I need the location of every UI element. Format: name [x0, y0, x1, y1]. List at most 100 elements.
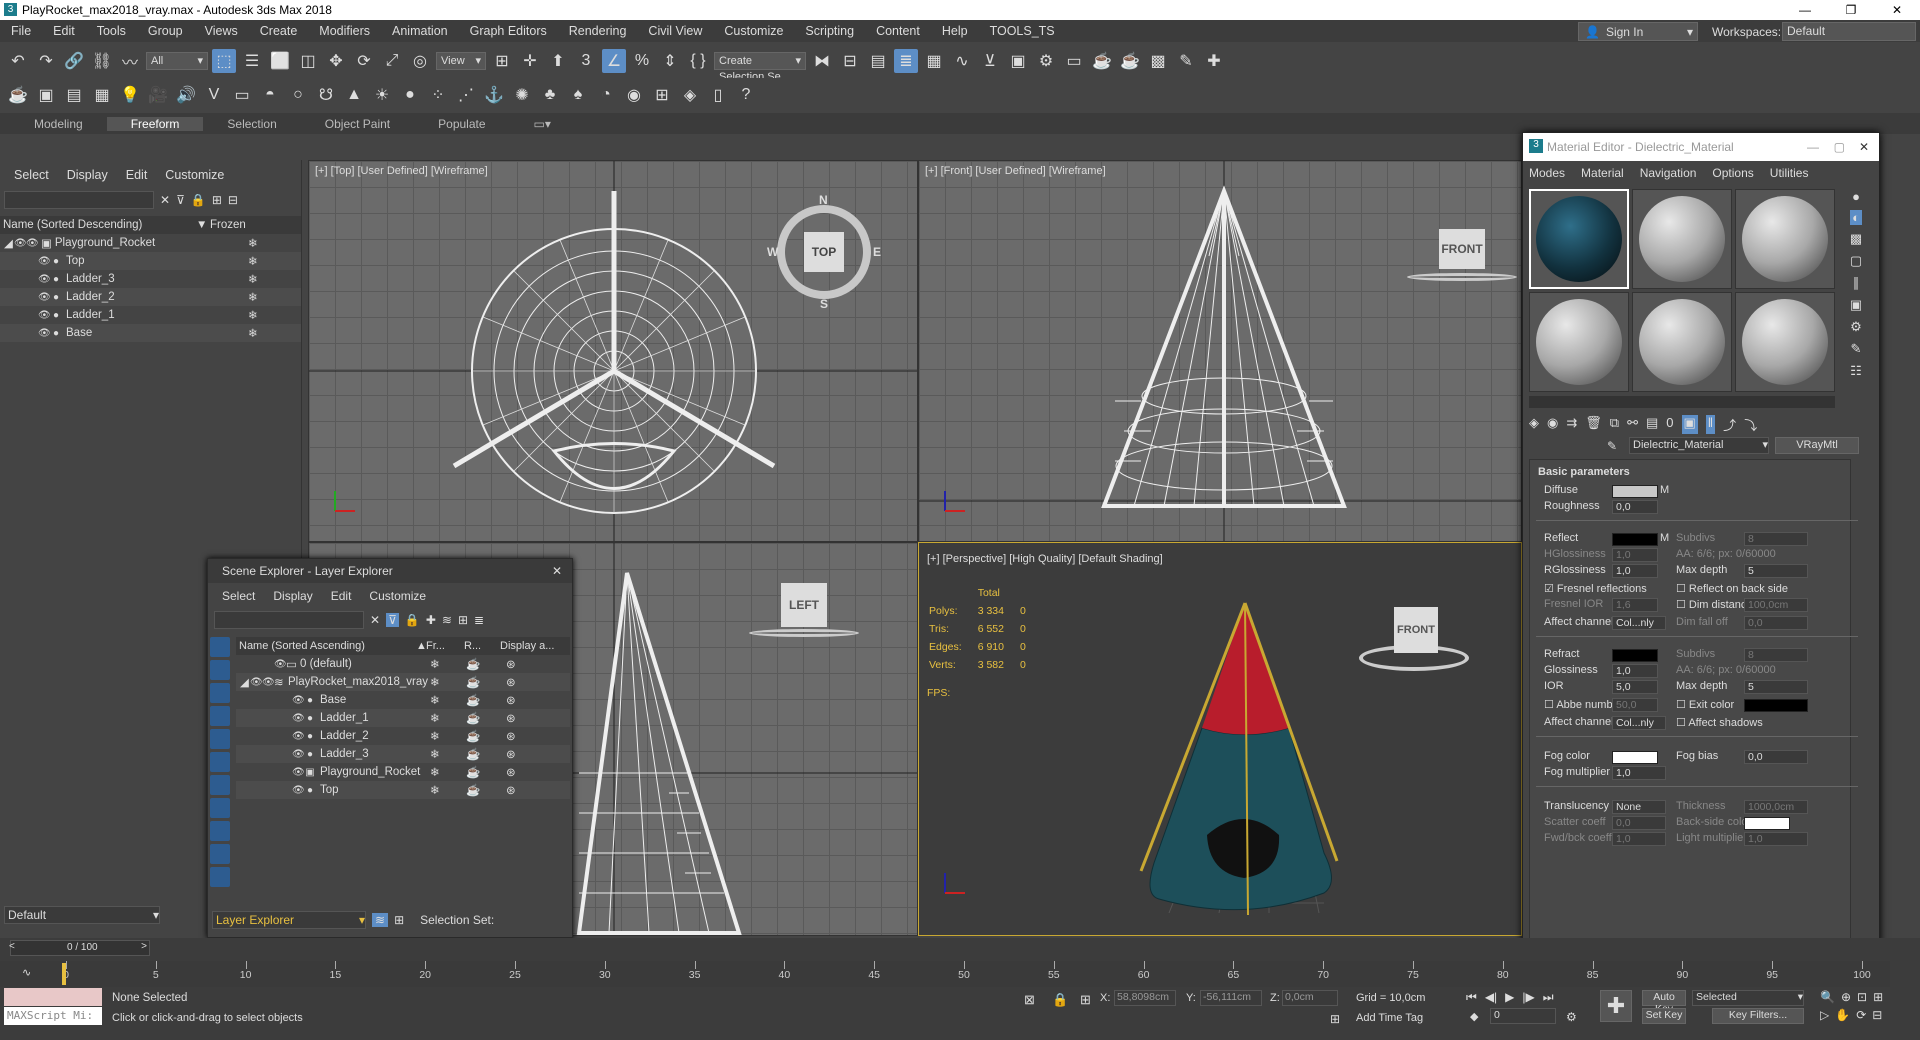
- edit-named-sel-icon[interactable]: { }: [686, 49, 710, 73]
- unlink-icon[interactable]: ⛓: [90, 49, 114, 73]
- sample-slot[interactable]: [1632, 189, 1732, 289]
- display-icon[interactable]: ⊛: [506, 765, 516, 779]
- freeze-icon[interactable]: ❄: [430, 693, 440, 707]
- display-groups-icon[interactable]: [210, 775, 230, 795]
- close-button[interactable]: ✕: [1859, 140, 1869, 154]
- percent-snap-icon[interactable]: %: [630, 49, 654, 73]
- viewcube-face[interactable]: FRONT: [1439, 229, 1485, 269]
- eye-icon[interactable]: 👁: [292, 695, 305, 706]
- col-frozen-header[interactable]: Fr...: [426, 640, 464, 652]
- tab-selection[interactable]: Selection: [203, 117, 300, 131]
- eye-icon[interactable]: 👁: [26, 238, 39, 249]
- rglossiness-spinner[interactable]: 1,0: [1612, 564, 1658, 578]
- hglossiness-spinner[interactable]: 1,0: [1612, 548, 1658, 562]
- freeze-icon[interactable]: ❄: [430, 657, 440, 671]
- add-time-tag[interactable]: Add Time Tag: [1356, 1012, 1423, 1024]
- roughness-spinner[interactable]: 0,0: [1612, 500, 1658, 514]
- scene-menu-select[interactable]: Select: [14, 168, 49, 182]
- display-icon[interactable]: ⊛: [506, 747, 516, 761]
- viewcube-face[interactable]: LEFT: [781, 583, 827, 627]
- material-id-icon[interactable]: 0: [1666, 415, 1673, 434]
- select-object-icon[interactable]: ⬚: [212, 48, 236, 73]
- menu-tools[interactable]: Tools: [86, 24, 137, 38]
- select-by-name-icon[interactable]: ☰: [240, 49, 264, 73]
- rect-selection-icon[interactable]: ⬜: [268, 49, 292, 73]
- tab-object-paint[interactable]: Object Paint: [301, 117, 414, 131]
- exit-color-swatch[interactable]: [1744, 699, 1808, 712]
- filter-icon[interactable]: ⊽: [386, 613, 399, 627]
- collapse-icon[interactable]: ◢: [4, 236, 14, 250]
- display-geometry-icon[interactable]: [210, 637, 230, 657]
- menu-graph-editors[interactable]: Graph Editors: [459, 24, 558, 38]
- go-to-parent-icon[interactable]: ⤴: [1723, 415, 1736, 434]
- uv-tiling-icon[interactable]: ▢: [1850, 253, 1862, 269]
- sign-in-button[interactable]: 👤 Sign In ▾: [1578, 22, 1698, 41]
- display-cameras-icon[interactable]: [210, 706, 230, 726]
- viewcube-face[interactable]: TOP: [804, 232, 844, 272]
- selection-set-icon[interactable]: ⊞: [394, 913, 404, 927]
- angle-snap-icon[interactable]: ∠: [602, 48, 626, 73]
- col-name-header[interactable]: Name (Sorted Descending): [0, 219, 196, 231]
- dim-falloff-spinner[interactable]: 0,0: [1744, 616, 1808, 630]
- layer-item[interactable]: 👁 ● Base ❄ ☕ ⊛: [236, 691, 570, 709]
- undo-icon[interactable]: ↶: [6, 49, 30, 73]
- sample-slot[interactable]: [1735, 292, 1835, 392]
- material-editor-icon[interactable]: ▣: [1006, 49, 1030, 73]
- video-color-check-icon[interactable]: ∥: [1853, 275, 1860, 291]
- max-depth-spinner[interactable]: 5: [1744, 564, 1808, 578]
- eyedropper-icon[interactable]: ✎: [1607, 439, 1617, 453]
- freeze-icon[interactable]: ❄: [430, 747, 440, 761]
- eye-icon[interactable]: 👁: [292, 767, 305, 778]
- place-icon[interactable]: ◎: [408, 49, 432, 73]
- scene-item[interactable]: ◢ 👁 👁 ▣ Playground_Rocket ❄: [0, 234, 301, 252]
- eye-icon[interactable]: 👁: [292, 785, 305, 796]
- layer-menu-display[interactable]: Display: [273, 589, 312, 603]
- y-coordinate-field[interactable]: -56,111cm: [1200, 990, 1262, 1006]
- add-layer-icon[interactable]: ✚: [426, 613, 436, 627]
- glossiness-spinner[interactable]: 1,0: [1612, 664, 1658, 678]
- vray-icon[interactable]: V: [202, 83, 226, 107]
- curve-toggle-icon[interactable]: ∿: [22, 966, 31, 979]
- ambient-light-icon[interactable]: ●: [398, 83, 422, 107]
- hierarchy-icon[interactable]: ⊞: [458, 613, 468, 627]
- freeze-icon[interactable]: ❄: [248, 254, 258, 268]
- fog-bias-spinner[interactable]: 0,0: [1744, 750, 1808, 764]
- layer-item[interactable]: 👁 ▭ 0 (default) ❄ ☕ ⊛: [236, 655, 570, 673]
- fog-multiplier-spinner[interactable]: 1,0: [1612, 766, 1666, 780]
- viewcube[interactable]: FRONT: [1359, 607, 1469, 677]
- copy-material-icon[interactable]: ⧉: [1610, 415, 1619, 434]
- rendered-frame-icon[interactable]: ▭: [1062, 49, 1086, 73]
- viewport-front[interactable]: [+] [Front] [User Defined] [Wireframe] F…: [918, 160, 1522, 542]
- material-lib-icon[interactable]: ⊞: [650, 83, 674, 107]
- eye-icon[interactable]: 👁: [250, 677, 263, 688]
- render-production-icon[interactable]: ☕: [1090, 49, 1114, 73]
- ribbon-options-icon[interactable]: ▭▾: [510, 117, 575, 131]
- curve-editor-icon[interactable]: ∿: [950, 49, 974, 73]
- dim-distance-spinner[interactable]: 100,0cm: [1744, 598, 1808, 612]
- set-key-button[interactable]: Set Key: [1642, 1008, 1686, 1024]
- menu-customize[interactable]: Customize: [713, 24, 794, 38]
- sphere-light-icon[interactable]: ○: [286, 83, 310, 107]
- freeze-icon[interactable]: ❄: [248, 308, 258, 322]
- next-key-icon[interactable]: |▶: [1522, 990, 1534, 1005]
- basic-params-header[interactable]: Basic parameters: [1538, 466, 1630, 478]
- freeze-icon[interactable]: ❄: [430, 675, 440, 689]
- dim-distance-checkbox[interactable]: ☐ Dim distance: [1676, 598, 1753, 611]
- put-to-scene-icon[interactable]: ◉: [1547, 415, 1558, 434]
- sun-icon[interactable]: ☀: [370, 83, 394, 107]
- teapot-icon[interactable]: ☕: [466, 765, 480, 779]
- tab-populate[interactable]: Populate: [414, 117, 509, 131]
- display-containers-icon[interactable]: [210, 844, 230, 864]
- x-coordinate-field[interactable]: 58,8098cm: [1114, 990, 1176, 1006]
- zoom-extents-icon[interactable]: ⊡: [1857, 990, 1867, 1004]
- viewport-top[interactable]: [+] [Top] [User Defined] [Wireframe] TOP…: [308, 160, 918, 542]
- display-shapes-icon[interactable]: [210, 660, 230, 680]
- rotate-icon[interactable]: ⟳: [352, 49, 376, 73]
- timeline[interactable]: ∿ 0 5 10 15 20 25 30 35 40 45 50 55 60 65 70 75 80 85 90 95…: [0, 961, 1890, 987]
- select-manipulate-icon[interactable]: ✛: [518, 49, 542, 73]
- maxscript-input[interactable]: MAXScript Mi:: [4, 1007, 102, 1025]
- help-icon[interactable]: ?: [734, 83, 758, 107]
- lock-icon[interactable]: 🔒: [405, 613, 420, 627]
- layer-item[interactable]: 👁 ● Ladder_1 ❄ ☕ ⊛: [236, 709, 570, 727]
- teapot-icon[interactable]: ☕: [466, 747, 480, 761]
